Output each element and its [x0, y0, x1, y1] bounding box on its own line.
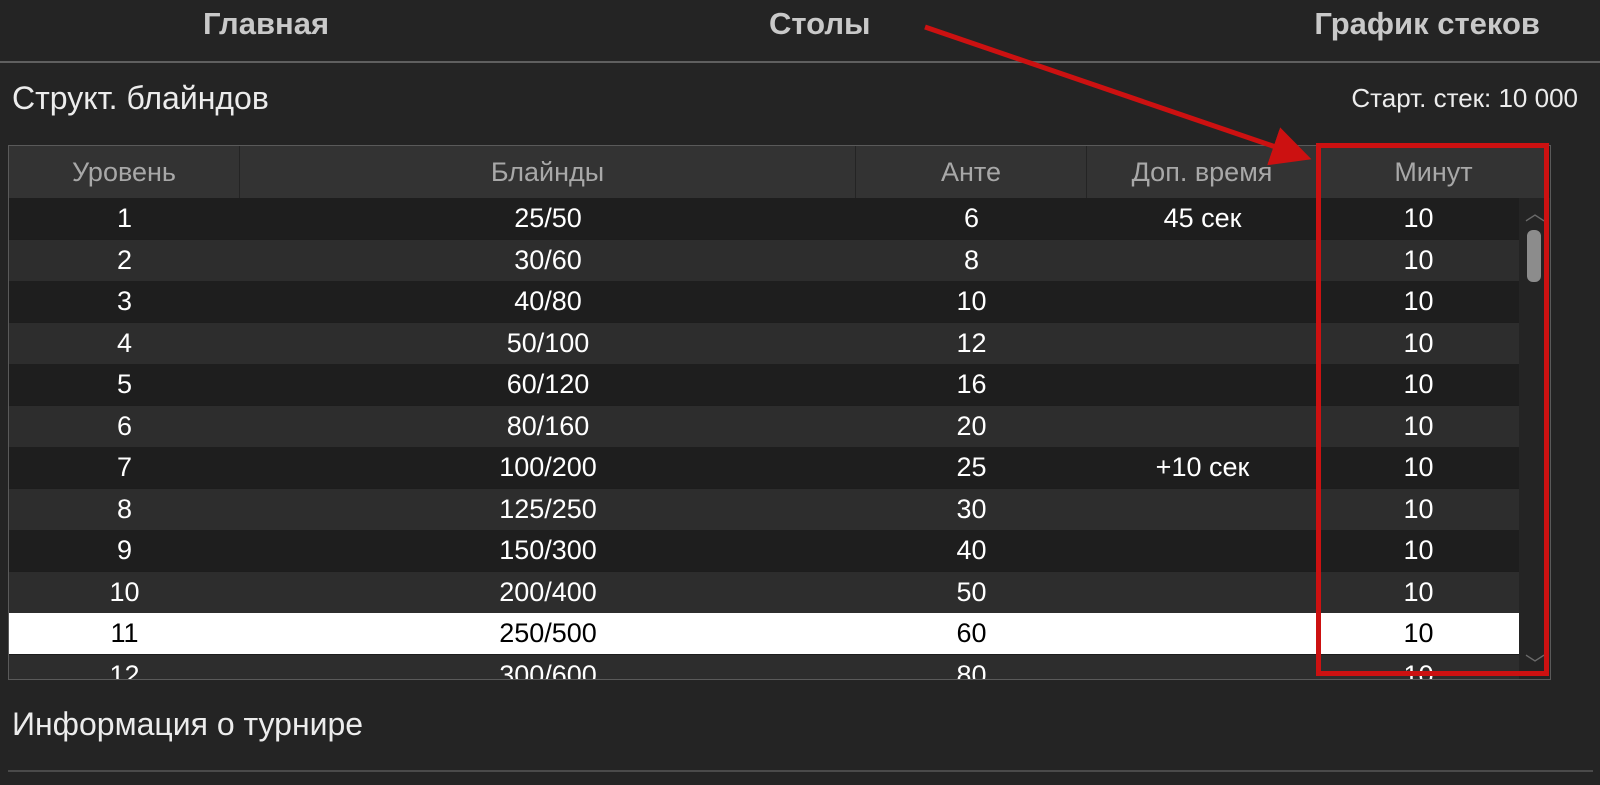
- cell-ante: 6: [963, 203, 980, 233]
- tab-main[interactable]: Главная: [203, 6, 329, 42]
- table-row[interactable]: 7 100/200 25 +10 сек 10: [9, 447, 1519, 488]
- chevron-down-icon[interactable]: ﹀: [1525, 655, 1545, 675]
- cell-blinds: 100/200: [499, 452, 597, 482]
- table-row[interactable]: 2 30/60 8 10: [9, 239, 1519, 281]
- cell-blinds: 80/160: [506, 410, 590, 441]
- cell-ante: 50: [956, 576, 987, 607]
- cell-ante: 20: [956, 410, 987, 441]
- tabs-divider: [0, 61, 1600, 63]
- table-row[interactable]: 5 60/120 16 10: [9, 364, 1519, 405]
- table-row[interactable]: 8 125/250 30 10: [9, 488, 1519, 530]
- cell-level: 12: [109, 659, 140, 680]
- cell-minutes: 10: [1403, 244, 1434, 275]
- cell-minutes: 10: [1403, 493, 1434, 524]
- vertical-scrollbar[interactable]: ︿ ﹀: [1519, 198, 1550, 679]
- table-row[interactable]: 12 300/600 80 10: [9, 654, 1519, 680]
- cell-level: 5: [116, 369, 133, 399]
- cell-level: 11: [110, 618, 139, 648]
- cell-minutes: 10: [1403, 659, 1434, 680]
- cell-extra-time: [1087, 281, 1318, 322]
- cell-ante: 60: [956, 618, 987, 648]
- cell-ante: 16: [956, 369, 987, 399]
- cell-blinds: 150/300: [499, 535, 597, 565]
- table-row[interactable]: 6 80/160 20 10: [9, 405, 1519, 447]
- cell-minutes: 10: [1403, 286, 1434, 316]
- cell-extra-time: [1087, 655, 1318, 680]
- cell-minutes: 10: [1403, 618, 1434, 648]
- cell-blinds: 40/80: [514, 286, 582, 316]
- cell-extra-time: [1087, 240, 1318, 281]
- cell-minutes: 10: [1403, 410, 1434, 441]
- table-row[interactable]: 3 40/80 10 10: [9, 281, 1519, 322]
- scrollbar-thumb[interactable]: [1527, 230, 1541, 282]
- cell-blinds: 200/400: [499, 576, 597, 607]
- cell-blinds: 60/120: [506, 369, 590, 399]
- cell-ante: 10: [956, 286, 987, 316]
- column-header-minutes[interactable]: Минут: [1318, 146, 1549, 198]
- cell-level: 2: [116, 244, 133, 275]
- cell-level: 6: [116, 410, 133, 441]
- cell-blinds: 300/600: [499, 659, 597, 680]
- cell-minutes: 10: [1403, 369, 1434, 399]
- column-header-level[interactable]: Уровень: [9, 146, 240, 198]
- blinds-structure-title: Структ. блайндов: [12, 80, 269, 116]
- cell-blinds: 30/60: [514, 244, 582, 275]
- top-navigation: Главная Столы График стеков: [0, 0, 1600, 63]
- table-row[interactable]: 1 25/50 6 45 сек 10: [9, 198, 1519, 239]
- tournament-info-title: Информация о турнире: [12, 706, 364, 742]
- cell-extra-time: [1087, 613, 1318, 654]
- cell-level: 9: [116, 535, 133, 565]
- table-row[interactable]: 9 150/300 40 10: [9, 530, 1519, 571]
- chevron-up-icon[interactable]: ︿: [1525, 204, 1545, 224]
- cell-minutes: 10: [1403, 535, 1434, 565]
- cell-extra-time: +10 сек: [1155, 452, 1250, 482]
- table-row-selected[interactable]: 11 250/500 60 10: [9, 613, 1519, 654]
- column-header-blinds[interactable]: Блайнды: [240, 146, 856, 198]
- cell-ante: 30: [956, 493, 987, 524]
- cell-blinds: 250/500: [499, 618, 597, 648]
- cell-ante: 80: [956, 659, 987, 680]
- cell-extra-time: 45 сек: [1163, 203, 1242, 233]
- blinds-table: Уровень Блайнды Анте Доп. время Минут 12…: [8, 145, 1551, 680]
- cell-extra-time: [1087, 572, 1318, 613]
- cell-ante: 8: [963, 244, 980, 275]
- cell-level: 10: [109, 576, 140, 607]
- cell-extra-time: [1087, 530, 1318, 571]
- cell-minutes: 10: [1403, 203, 1434, 233]
- column-header-extra-time[interactable]: Доп. время: [1087, 146, 1318, 198]
- cell-minutes: 10: [1403, 327, 1434, 358]
- cell-minutes: 10: [1403, 452, 1434, 482]
- cell-level: 3: [116, 286, 133, 316]
- section-divider: [8, 770, 1593, 772]
- table-header: Уровень Блайнды Анте Доп. время Минут: [9, 146, 1549, 198]
- cell-extra-time: [1087, 406, 1318, 447]
- cell-extra-time: [1087, 323, 1318, 364]
- cell-blinds: 50/100: [506, 327, 590, 358]
- cell-minutes: 10: [1403, 576, 1434, 607]
- cell-ante: 12: [956, 327, 987, 358]
- cell-level: 8: [116, 493, 133, 524]
- cell-ante: 40: [956, 535, 987, 565]
- tab-tables[interactable]: Столы: [769, 6, 871, 42]
- cell-level: 4: [116, 327, 133, 358]
- cell-blinds: 125/250: [499, 493, 597, 524]
- tab-stack-chart[interactable]: График стеков: [1314, 6, 1540, 42]
- table-row[interactable]: 4 50/100 12 10: [9, 322, 1519, 364]
- start-stack-label: Старт. стек: 10 000: [1351, 83, 1578, 113]
- cell-level: 7: [116, 452, 133, 482]
- cell-extra-time: [1087, 489, 1318, 530]
- cell-blinds: 25/50: [514, 203, 582, 233]
- cell-extra-time: [1087, 364, 1318, 405]
- table-row[interactable]: 10 200/400 50 10: [9, 571, 1519, 613]
- column-header-ante[interactable]: Анте: [856, 146, 1087, 198]
- cell-level: 1: [116, 203, 133, 233]
- cell-ante: 25: [956, 452, 987, 482]
